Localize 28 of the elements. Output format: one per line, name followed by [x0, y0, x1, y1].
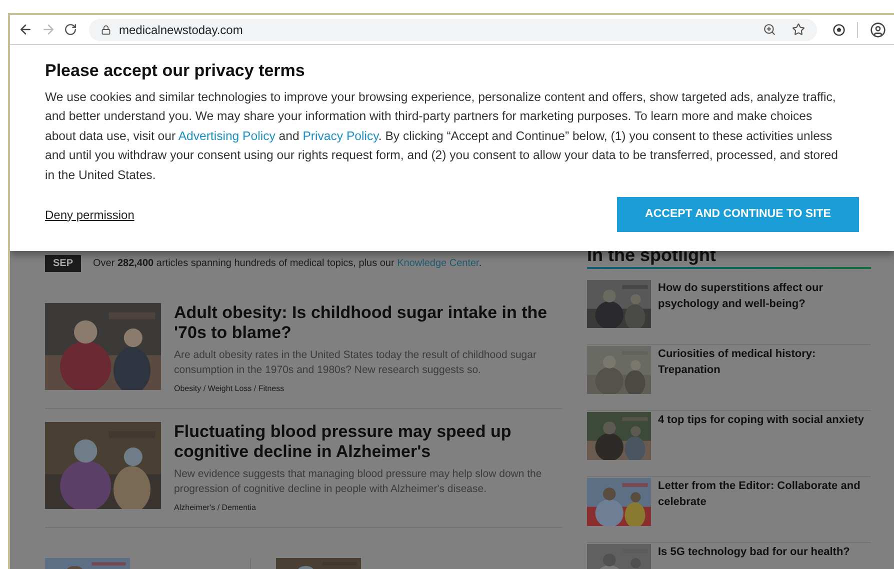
spotlight-headline[interactable]: 4 top tips for coping with social anxiety	[658, 412, 864, 476]
article-tags[interactable]: Obesity / Weight Loss / Fitness	[174, 383, 562, 395]
accept-button[interactable]: ACCEPT AND CONTINUE TO SITE	[617, 197, 859, 232]
text-link[interactable]: Advertising Policy	[178, 128, 276, 142]
lock-icon	[101, 24, 111, 34]
bookmark-star-icon[interactable]	[792, 23, 805, 36]
article-tags[interactable]: Alzheimer's / Dementia	[174, 502, 562, 514]
consent-text: We use cookies and similar technologies to improve your browsing experience, personalize content and offers, show targeted ads, analyze traffic, and better understand you. We may share your information with third-party partners for marketing purposes. To learn more and make choices about data use, visit our Advertising Policy and Privacy Policy. By clicking “Accept and Continue” below, (1) you consent to these activities unless and until you withdraw your consent using our rights request form, and (2) you consent to allow your data to be transferred, processed, and stored in the United States.	[45, 88, 839, 184]
reload-icon[interactable]	[64, 23, 77, 36]
article-summary: New evidence suggests that managing blood pressure may help slow down the progression of cognitive decline in people with Alzheimer's disease.	[174, 467, 543, 497]
profile-icon[interactable]	[870, 22, 886, 38]
article-headline[interactable]: Fluctuating blood pressure may speed up cognitive decline in Alzheimer's	[174, 422, 562, 462]
url-text: medicalnewstoday.com	[119, 22, 243, 38]
spotlight-headline[interactable]: Is 5G technology bad for our health?	[658, 544, 850, 569]
back-icon[interactable]	[18, 22, 33, 37]
spotlight-headline[interactable]: Curiosities of medical history: Trepanation	[658, 346, 871, 410]
article-headline[interactable]: Adult obesity: Is childhood sugar intake in the '70s to blame?	[174, 303, 562, 343]
dialog-title: Please accept our privacy terms	[45, 60, 306, 82]
zoom-icon[interactable]	[763, 23, 776, 36]
site-stats-text: Over 282,400 articles spanning hundreds of medical topics, plus our Knowledge Center.	[93, 257, 482, 271]
deny-permission-link[interactable]: Deny permission	[45, 206, 134, 224]
text-link[interactable]: Privacy Policy	[302, 128, 378, 142]
spotlight-headline[interactable]: How do superstitions affect our psychology and well-being?	[658, 280, 871, 344]
address-bar[interactable]: medicalnewstoday.com	[89, 18, 817, 40]
month-badge: SEP	[45, 255, 82, 272]
article-summary: Are adult obesity rates in the United States today the result of childhood sugar consumption in the 1970s and 1980s? New research suggests so.	[174, 348, 538, 378]
ball-icon[interactable]	[833, 24, 845, 36]
spotlight-headline[interactable]: Letter from the Editor: Collaborate and celebrate	[658, 478, 871, 542]
